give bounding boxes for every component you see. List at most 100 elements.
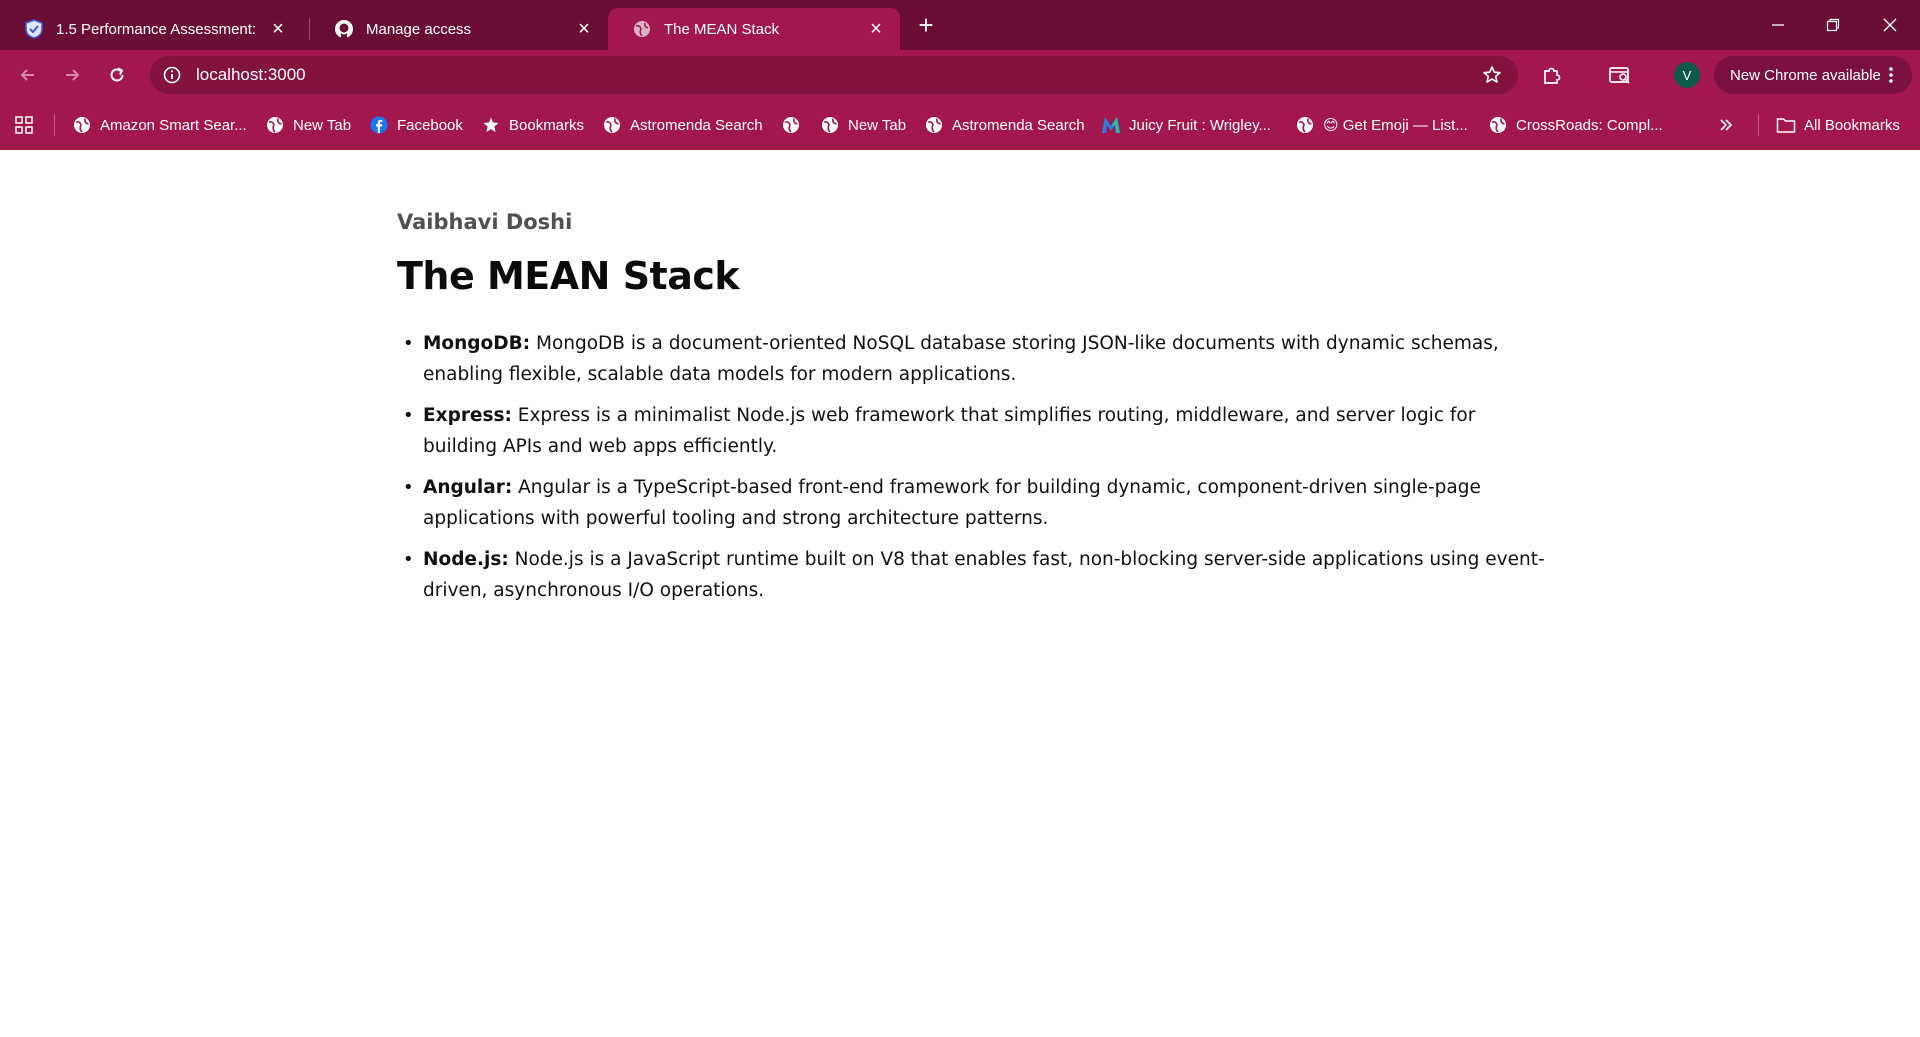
- bookmark-astromenda-search[interactable]: Astromenda Search: [602, 113, 763, 137]
- cast-search-button[interactable]: [1606, 61, 1634, 89]
- bullet-icon: •: [403, 405, 414, 426]
- bookmark-untitled[interactable]: [781, 113, 809, 137]
- item-description: Express is a minimalist Node.js web fram…: [423, 405, 1476, 457]
- close-icon[interactable]: ×: [864, 17, 888, 41]
- forward-button[interactable]: [58, 61, 86, 89]
- tab-title: 1.5 Performance Assessment: Cr: [56, 20, 258, 38]
- chevron-double-right-icon: [1716, 115, 1736, 135]
- juicy-fruit-icon: [1101, 115, 1121, 135]
- browser-toolbar: localhost:3000 V New Chrome available: [0, 50, 1920, 100]
- tab-strip: 1.5 Performance Assessment: Cr × Manage …: [0, 0, 1920, 50]
- bookmarks-separator: [1758, 114, 1759, 136]
- bookmarks-separator: [54, 114, 55, 136]
- minimize-button[interactable]: [1758, 10, 1798, 40]
- extensions-button[interactable]: [1538, 61, 1566, 89]
- item-description: Node.js is a JavaScript runtime built on…: [423, 549, 1545, 601]
- page-content: Vaibhavi Doshi The MEAN Stack • MongoDB: …: [397, 210, 1547, 616]
- tab-title: Manage access: [366, 20, 472, 38]
- list-item: • Express: Express is a minimalist Node.j…: [397, 400, 1547, 462]
- address-bar[interactable]: localhost:3000: [150, 56, 1518, 94]
- bookmark-new-tab[interactable]: New Tab: [265, 113, 351, 137]
- arrow-left-icon: [20, 69, 34, 81]
- bullet-icon: •: [403, 477, 414, 498]
- reload-button[interactable]: [103, 61, 131, 89]
- apps-button[interactable]: [14, 113, 42, 137]
- stack-list: • MongoDB: MongoDB is a document-oriented…: [397, 328, 1547, 606]
- globe-icon: [820, 115, 840, 135]
- bookmark-label: Facebook: [397, 116, 463, 134]
- bookmark-label: Bookmarks: [509, 116, 585, 134]
- close-icon[interactable]: ×: [572, 17, 596, 41]
- bullet-icon: •: [403, 333, 414, 354]
- tab-search-icon: [1609, 67, 1630, 84]
- bookmark-new-tab-2[interactable]: New Tab: [820, 113, 906, 137]
- bookmark-label: Juicy Fruit : Wrigley...: [1129, 116, 1271, 134]
- globe-icon: [602, 115, 622, 135]
- new-chrome-available-button[interactable]: New Chrome available: [1714, 56, 1912, 94]
- globe-icon: [72, 115, 92, 135]
- site-info-icon[interactable]: [160, 63, 184, 87]
- close-window-button[interactable]: [1870, 10, 1910, 40]
- url-text[interactable]: localhost:3000: [196, 65, 306, 85]
- page-title: The MEAN Stack: [397, 254, 740, 298]
- bookmark-star-icon[interactable]: [1480, 63, 1504, 87]
- tab-title: The MEAN Stack: [664, 20, 780, 38]
- restore-icon: [1826, 18, 1840, 32]
- arrow-right-icon: [66, 69, 80, 81]
- item-term: Angular:: [423, 477, 513, 498]
- bookmark-amazon-smart-search[interactable]: Amazon Smart Sear...: [72, 113, 247, 137]
- bookmark-astromenda-search-2[interactable]: Astromenda Search: [924, 113, 1085, 137]
- puzzle-icon: [1544, 67, 1561, 84]
- bookmarks-bar: Amazon Smart Sear... New Tab Facebook Bo…: [0, 100, 1920, 150]
- globe-icon: [1295, 115, 1315, 135]
- close-icon[interactable]: ×: [266, 17, 290, 41]
- bookmark-label: Astromenda Search: [630, 116, 763, 134]
- new-tab-button[interactable]: +: [912, 12, 940, 40]
- list-item: • MongoDB: MongoDB is a document-oriented…: [397, 328, 1547, 390]
- tab-performance-assessment[interactable]: 1.5 Performance Assessment: Cr ×: [0, 8, 302, 50]
- bookmark-label: 😊 Get Emoji — List...: [1323, 117, 1468, 134]
- more-vert-icon[interactable]: [1882, 65, 1900, 85]
- bookmark-facebook[interactable]: Facebook: [369, 113, 463, 137]
- star-icon: [481, 115, 501, 135]
- shield-icon: [24, 19, 44, 39]
- close-icon: [1883, 18, 1897, 32]
- globe-icon: [924, 115, 944, 135]
- item-term: MongoDB:: [423, 333, 531, 354]
- list-item: • Node.js: Node.js is a JavaScript runtim…: [397, 544, 1547, 606]
- folder-icon: [1776, 115, 1796, 135]
- globe-icon: [781, 115, 801, 135]
- tab-manage-access[interactable]: Manage access ×: [310, 8, 608, 50]
- bookmark-label: CrossRoads: Compl...: [1516, 116, 1663, 134]
- more-bookmarks-button[interactable]: [1716, 113, 1744, 137]
- item-description: Angular is a TypeScript-based front-end …: [423, 477, 1481, 529]
- globe-icon: [265, 115, 285, 135]
- restore-button[interactable]: [1813, 10, 1853, 40]
- profile-avatar[interactable]: V: [1674, 62, 1700, 88]
- back-button[interactable]: [14, 61, 42, 89]
- bookmark-juicy-fruit[interactable]: Juicy Fruit : Wrigley...: [1101, 113, 1271, 137]
- globe-icon: [632, 19, 652, 39]
- item-description: MongoDB is a document-oriented NoSQL dat…: [423, 333, 1499, 385]
- tab-mean-stack[interactable]: The MEAN Stack ×: [608, 8, 900, 50]
- item-term: Express:: [423, 405, 512, 426]
- facebook-icon: [369, 115, 389, 135]
- bookmark-get-emoji[interactable]: 😊 Get Emoji — List...: [1295, 113, 1468, 137]
- github-icon: [334, 19, 354, 39]
- apps-grid-icon: [14, 115, 34, 135]
- bookmark-bookmarks[interactable]: Bookmarks: [481, 113, 584, 137]
- all-bookmarks-button[interactable]: All Bookmarks: [1776, 113, 1900, 137]
- bookmark-label: New Tab: [848, 116, 907, 134]
- globe-icon: [1488, 115, 1508, 135]
- author-name: Vaibhavi Doshi: [397, 210, 573, 234]
- reload-icon: [110, 67, 124, 82]
- minimize-icon: [1772, 24, 1784, 26]
- bookmark-crossroads[interactable]: CrossRoads: Compl...: [1488, 113, 1663, 137]
- bookmark-label: New Tab: [293, 116, 352, 134]
- list-item: • Angular: Angular is a TypeScript-based …: [397, 472, 1547, 534]
- bookmark-label: Amazon Smart Sear...: [100, 116, 247, 134]
- all-bookmarks-label: All Bookmarks: [1804, 116, 1900, 134]
- bookmark-label: Astromenda Search: [952, 116, 1085, 134]
- bullet-icon: •: [403, 549, 414, 570]
- item-term: Node.js:: [423, 549, 509, 570]
